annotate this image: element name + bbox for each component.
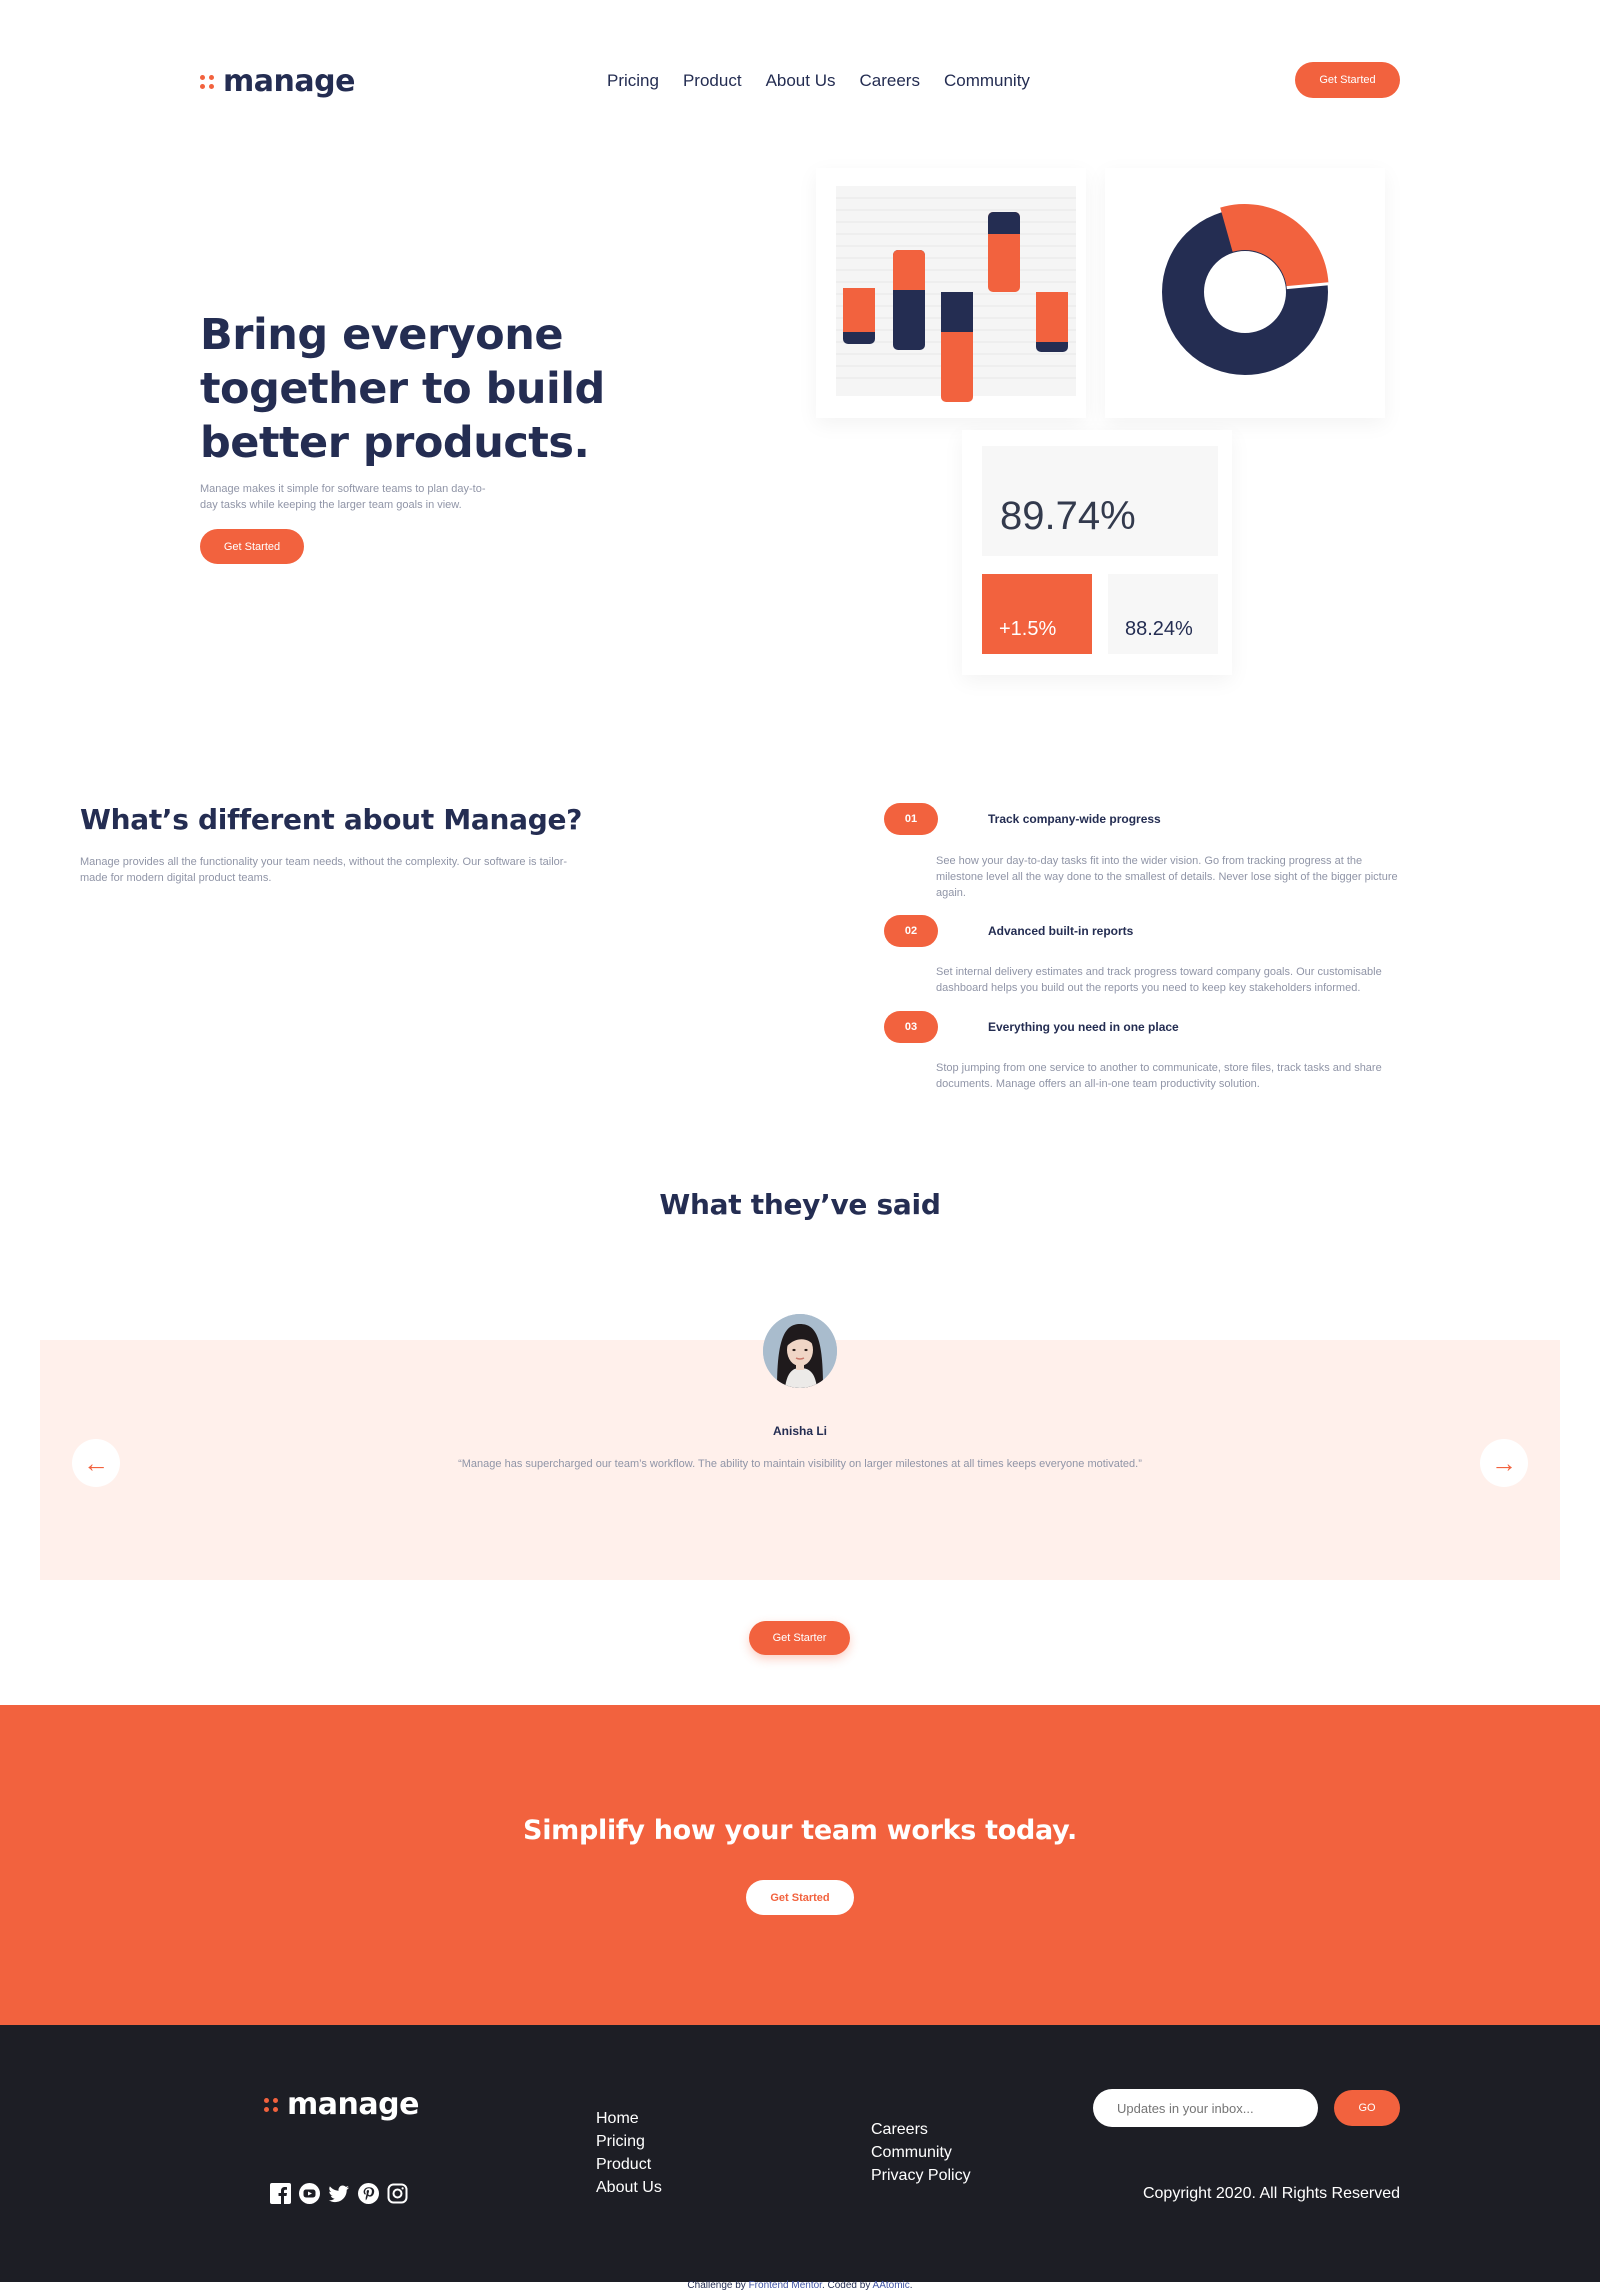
feature-number-badge: 02 — [884, 915, 938, 947]
footer-link-about-us[interactable]: About Us — [596, 2176, 662, 2199]
logo-wordmark: manage — [223, 64, 355, 99]
testimonial-quote: “Manage has supercharged our team’s work… — [458, 1458, 1142, 1470]
attribution-middle: . Coded by — [821, 2280, 873, 2291]
footer-links-secondary: Careers Community Privacy Policy — [871, 2118, 971, 2187]
bar-orange — [843, 288, 875, 332]
hero-title-line: better products. — [200, 418, 590, 468]
hero-description-line: Manage makes it simple for software team… — [200, 483, 486, 495]
feature-number-badge: 03 — [884, 1011, 938, 1043]
feature-description-line: dashboard helps you build out the report… — [936, 982, 1361, 994]
footer-link-community[interactable]: Community — [871, 2141, 971, 2164]
avatar-portrait — [763, 1314, 837, 1388]
hero-description: Manage makes it simple for software team… — [200, 481, 540, 513]
footer-link-pricing[interactable]: Pricing — [596, 2130, 662, 2153]
stat-main-box: 89.74% — [982, 446, 1218, 556]
donut-segment-orange — [1220, 203, 1329, 288]
footer-link-careers[interactable]: Careers — [871, 2118, 971, 2141]
testimonials-title: What they’ve said — [659, 1188, 941, 1221]
hero-get-started-button[interactable]: Get Started — [200, 529, 304, 564]
feature-description-line: Stop jumping from one service to another… — [936, 1062, 1382, 1074]
bar-navy — [988, 224, 1020, 234]
hero-title: Bring everyone together to build better … — [200, 308, 620, 470]
stat-secondary-box: 88.24% — [1108, 574, 1218, 654]
feature-description-line: milestone level all the way done to the … — [936, 871, 1398, 883]
cta-banner-title: Simplify how your team works today. — [523, 1815, 1077, 1846]
main-nav: Pricing Product About Us Careers Communi… — [607, 71, 1030, 91]
attribution-prefix: Challenge by — [687, 2280, 749, 2291]
instagram-icon[interactable] — [387, 2183, 408, 2204]
illustration-bar-chart — [836, 186, 1076, 402]
feature-title: Track company-wide progress — [988, 812, 1161, 826]
nav-link-pricing[interactable]: Pricing — [607, 71, 659, 91]
feature-title: Everything you need in one place — [988, 1020, 1179, 1034]
feature-description: See how your day-to-day tasks fit into t… — [936, 853, 1456, 901]
stat-change-value: +1.5% — [999, 618, 1057, 640]
nav-link-careers[interactable]: Careers — [860, 71, 920, 91]
social-links — [270, 2183, 408, 2204]
bar-navy — [941, 292, 973, 332]
footer: manage Home Pricing Product About Us Car… — [0, 2025, 1600, 2282]
stat-change-box: +1.5% — [982, 574, 1092, 654]
illustration-stats-card: 89.74% +1.5% 88.24% — [962, 430, 1232, 675]
bar-orange — [1036, 292, 1068, 342]
bar-orange — [893, 280, 925, 290]
feature-description-line: documents. Manage offers an all-in-one t… — [936, 1078, 1260, 1090]
feature-item: 02 Advanced built-in reports Set interna… — [884, 915, 1444, 994]
hero-title-line: Bring everyone — [200, 310, 564, 360]
hero-title-line: together to build — [200, 364, 605, 414]
logo-mark-icon — [264, 2097, 278, 2112]
features-description-line: made for modern digital product teams. — [80, 872, 272, 884]
header-get-started-button[interactable]: Get Started — [1295, 62, 1400, 98]
newsletter-go-button[interactable]: GO — [1334, 2090, 1400, 2126]
features-title: What’s different about Manage? — [80, 803, 583, 836]
feature-description-line: again. — [936, 887, 966, 899]
illustration-bar-chart-card — [816, 168, 1086, 418]
feature-number-badge: 01 — [884, 803, 938, 835]
stat-main-value: 89.74% — [1000, 494, 1136, 538]
stat-secondary-value: 88.24% — [1125, 618, 1193, 640]
newsletter-email-input[interactable] — [1093, 2089, 1318, 2127]
feature-description-line: Set internal delivery estimates and trac… — [936, 966, 1382, 978]
avatar — [763, 1314, 837, 1388]
pinterest-icon[interactable] — [358, 2183, 379, 2204]
testimonials-get-started-button[interactable]: Get Starter — [749, 1621, 850, 1655]
footer-link-privacy-policy[interactable]: Privacy Policy — [871, 2164, 971, 2187]
nav-link-community[interactable]: Community — [944, 71, 1030, 91]
twitter-icon[interactable] — [328, 2183, 350, 2204]
illustration-donut-card — [1105, 168, 1385, 418]
attribution-suffix: . — [909, 2280, 913, 2291]
features-description-line: Manage provides all the functionality yo… — [80, 856, 568, 868]
cta-banner-get-started-button[interactable]: Get Started — [746, 1880, 854, 1915]
footer-link-home[interactable]: Home — [596, 2107, 662, 2130]
footer-links-primary: Home Pricing Product About Us — [596, 2107, 662, 2199]
nav-link-about-us[interactable]: About Us — [766, 71, 836, 91]
logo-mark-icon — [200, 74, 214, 89]
cta-banner: Simplify how your team works today. Get … — [0, 1705, 1600, 2025]
youtube-icon[interactable] — [299, 2183, 320, 2204]
feature-title: Advanced built-in reports — [988, 924, 1134, 938]
feature-description-line: See how your day-to-day tasks fit into t… — [936, 855, 1363, 867]
attribution-frontend-mentor-link[interactable]: Frontend Mentor — [749, 2280, 822, 2291]
feature-description: Stop jumping from one service to another… — [936, 1060, 1456, 1092]
footer-logo[interactable]: manage — [264, 2087, 419, 2122]
facebook-icon[interactable] — [270, 2183, 291, 2204]
footer-link-product[interactable]: Product — [596, 2153, 662, 2176]
attribution: Challenge by Frontend Mentor. Coded by A… — [0, 2280, 1600, 2291]
features-description: Manage provides all the functionality yo… — [80, 854, 640, 886]
footer-copyright: Copyright 2020. All Rights Reserved — [1142, 2185, 1400, 2202]
nav-link-product[interactable]: Product — [683, 71, 742, 91]
attribution-author-link[interactable]: AAtomic — [873, 2280, 910, 2291]
illustration-donut-chart — [1162, 203, 1329, 375]
hero-description-line: day tasks while keeping the larger team … — [200, 499, 462, 511]
testimonial-author-name: Anisha Li — [772, 1424, 827, 1438]
logo-wordmark: manage — [287, 2087, 419, 2122]
feature-description: Set internal delivery estimates and trac… — [936, 964, 1456, 996]
feature-item: 01 Track company-wide progress See how y… — [884, 803, 1444, 899]
header-logo[interactable]: manage — [200, 64, 355, 99]
feature-item: 03 Everything you need in one place Stop… — [884, 1011, 1444, 1090]
